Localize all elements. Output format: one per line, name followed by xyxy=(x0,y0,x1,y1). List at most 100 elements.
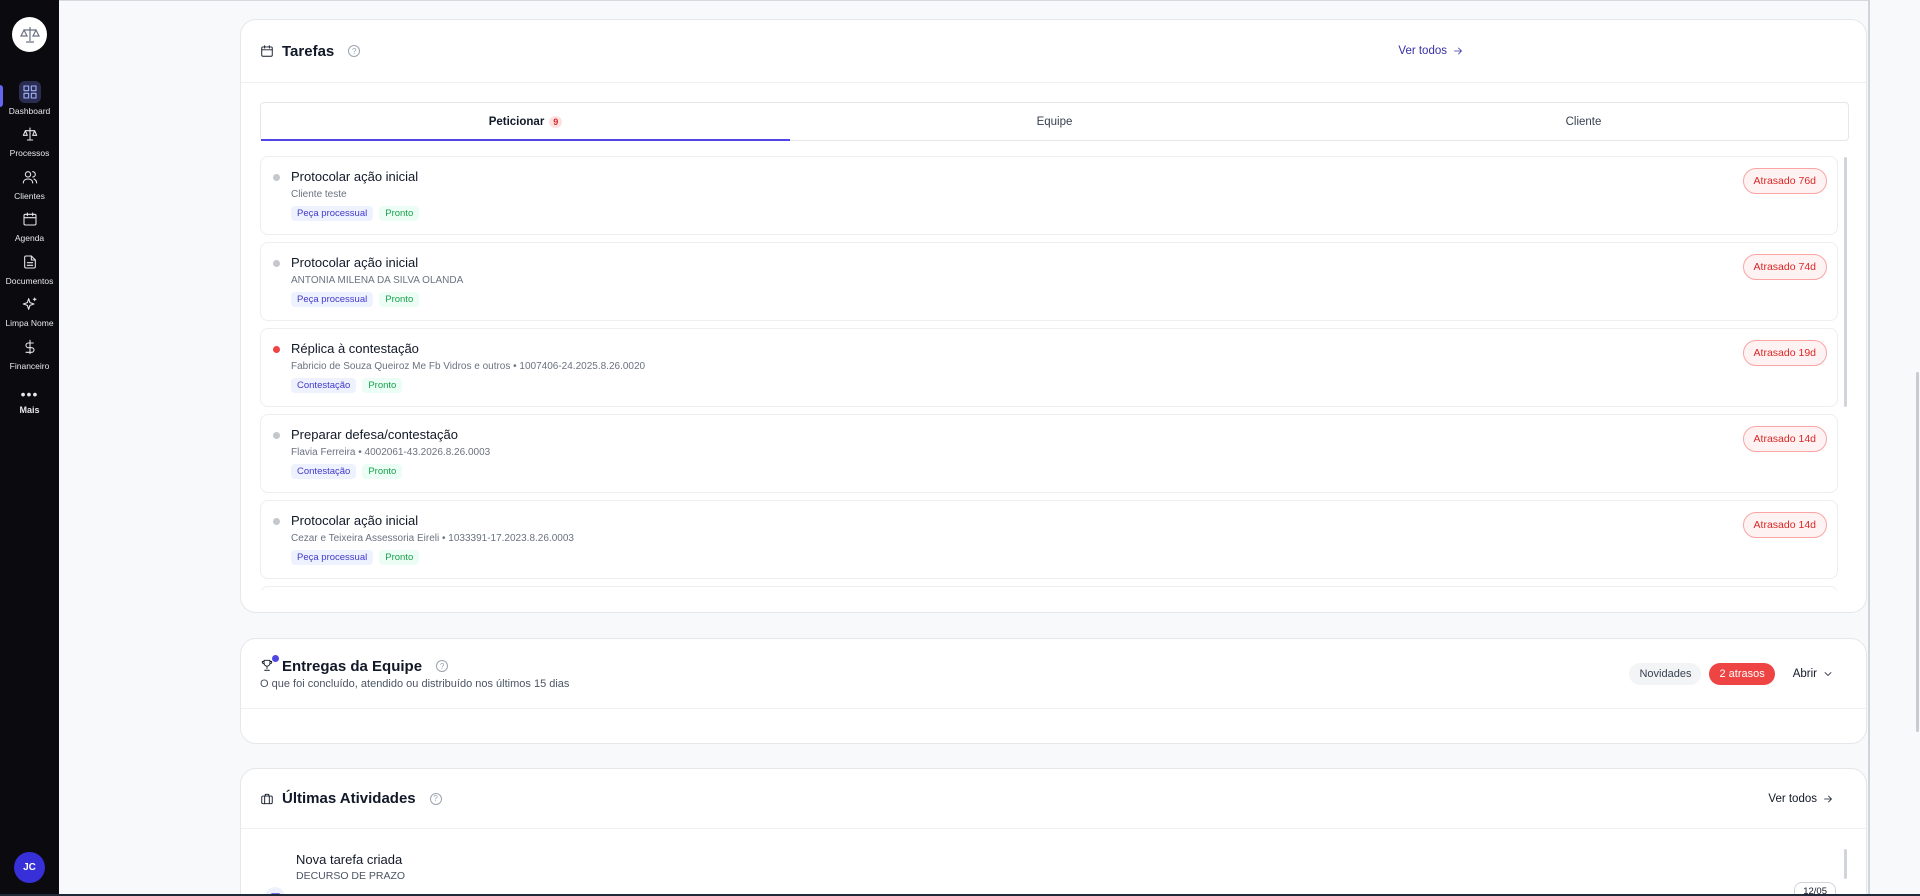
tag-badge: Pronto xyxy=(362,378,403,393)
atividades-card: Últimas Atividades ? Ver todos Nova tare… xyxy=(240,768,1867,896)
task-tags: Contestação Pronto xyxy=(291,464,1837,479)
tab-cliente[interactable]: Cliente xyxy=(1319,103,1848,140)
status-dot xyxy=(273,260,280,267)
trophy-icon xyxy=(260,655,279,674)
task-list: Protocolar ação inicial Cliente teste Pe… xyxy=(260,156,1849,590)
task-title: Preparar defesa/contestação xyxy=(291,427,458,442)
status-badge: Atrasado 14d xyxy=(1742,512,1827,538)
calendar-icon xyxy=(19,208,41,230)
sidebar-item-label: Dashboard xyxy=(8,105,51,116)
sidebar-item-clientes[interactable]: Clientes xyxy=(0,162,59,205)
tag-badge: Peça processual xyxy=(291,206,374,221)
arrow-right-icon xyxy=(1454,47,1462,55)
sidebar-item-label: Financeiro xyxy=(9,360,50,371)
sidebar-item-documentos[interactable]: Documentos xyxy=(0,247,59,290)
status-dot xyxy=(273,432,280,439)
sidebar-item-label: Documentos xyxy=(5,275,54,286)
atividades-view-all-link[interactable]: Ver todos xyxy=(1768,793,1834,805)
tag-badge: Peça processual xyxy=(291,292,374,307)
briefcase-icon xyxy=(261,793,273,804)
task-subtitle: ANTONIA MILENA DA SILVA OLANDA xyxy=(291,275,464,286)
scales-icon xyxy=(19,123,41,145)
avatar[interactable]: JC xyxy=(14,852,45,883)
entregas-title: Entregas da Equipe xyxy=(282,657,423,675)
top-divider xyxy=(59,0,1870,1)
list-item[interactable]: Protocolar ação inicial Cliente teste Pe… xyxy=(260,156,1838,235)
tarefas-card: Tarefas ? Ver todos Peticionar 9 Equipe … xyxy=(240,19,1867,613)
sidebar-item-label: Limpa Nome xyxy=(5,318,54,329)
sidebar-item-label: Clientes xyxy=(14,190,45,201)
status-dot xyxy=(273,346,280,353)
task-title: Protocolar ação inicial xyxy=(291,169,419,184)
view-all-label: Ver todos xyxy=(1398,45,1447,57)
sidebar-item-label: Agenda xyxy=(14,233,45,244)
status-badge: Atrasado 19d xyxy=(1742,340,1827,366)
task-subtitle: Cezar e Teixeira Assessoria Eireli • 103… xyxy=(291,533,574,544)
sidebar-item-processos[interactable]: Processos xyxy=(0,120,59,163)
sidebar-item-agenda[interactable]: Agenda xyxy=(0,205,59,248)
list-item[interactable] xyxy=(260,586,1838,590)
tag-badge: Contestação xyxy=(291,378,357,393)
dollar-icon xyxy=(19,336,41,358)
entregas-card: Entregas da Equipe ? O que foi concluído… xyxy=(240,638,1867,744)
activity-scrollbar[interactable] xyxy=(1844,849,1847,879)
more-dots-icon: ••• xyxy=(20,385,39,402)
tag-badge: Peça processual xyxy=(291,550,374,565)
activity-title: Nova tarefa criada xyxy=(296,852,403,867)
sidebar-item-dashboard[interactable]: Dashboard xyxy=(0,77,59,120)
view-all-label: Ver todos xyxy=(1768,792,1817,805)
activity-subtitle: DECURSO DE PRAZO xyxy=(296,870,406,882)
sidebar-nav: Dashboard Processos Clientes Agenda Docu… xyxy=(0,77,59,423)
list-item[interactable]: Protocolar ação inicial ANTONIA MILENA D… xyxy=(260,242,1838,321)
tarefas-view-all-link[interactable]: Ver todos xyxy=(1398,45,1464,57)
status-badge: Atrasado 76d xyxy=(1742,168,1827,194)
task-title: Protocolar ação inicial xyxy=(291,513,419,528)
tag-badge: Pronto xyxy=(379,206,420,221)
list-item[interactable]: Réplica à contestação Fabricio de Souza … xyxy=(260,328,1838,407)
task-tags: Contestação Pronto xyxy=(291,378,1837,393)
page-scrollbar[interactable] xyxy=(1916,372,1919,732)
list-item[interactable]: Nova tarefa criada DECURSO DE PRAZO xyxy=(260,852,406,896)
tarefas-tabs: Peticionar 9 Equipe Cliente xyxy=(260,102,1849,141)
task-subtitle: Flavia Ferreira • 4002061-43.2026.8.26.0… xyxy=(291,447,491,458)
abrir-button[interactable]: Abrir xyxy=(1793,668,1834,680)
tab-label: Peticionar xyxy=(488,115,545,128)
entregas-header: Entregas da Equipe ? O que foi concluído… xyxy=(241,639,1866,709)
task-title: Réplica à contestação xyxy=(291,341,419,356)
tab-label: Equipe xyxy=(1036,115,1073,128)
status-dot xyxy=(273,518,280,525)
sidebar-item-label: Mais xyxy=(19,404,40,415)
tarefas-title: Tarefas xyxy=(282,42,335,60)
users-icon xyxy=(19,166,41,188)
status-badge: Atrasado 14d xyxy=(1742,426,1827,452)
chevron-down-icon xyxy=(1824,671,1832,676)
help-icon[interactable]: ? xyxy=(348,45,361,57)
list-item[interactable]: Preparar defesa/contestação Flavia Ferre… xyxy=(260,414,1838,493)
sparkles-icon xyxy=(19,293,41,315)
grid-icon xyxy=(18,80,41,103)
list-item[interactable]: Protocolar ação inicial Cezar e Teixeira… xyxy=(260,500,1838,579)
entregas-subtitle: O que foi concluído, atendido ou distrib… xyxy=(260,677,570,690)
tab-equipe[interactable]: Equipe xyxy=(790,103,1319,140)
tab-count-badge: 9 xyxy=(549,115,563,128)
task-list-scrollbar[interactable] xyxy=(1844,157,1847,407)
status-dot xyxy=(273,174,280,181)
tag-badge: Pronto xyxy=(379,292,420,307)
help-icon[interactable]: ? xyxy=(436,660,449,672)
tab-label: Cliente xyxy=(1565,115,1602,128)
tab-peticionar[interactable]: Peticionar 9 xyxy=(261,103,790,141)
task-title: Protocolar ação inicial xyxy=(291,255,419,270)
atividades-title: Últimas Atividades xyxy=(282,790,416,807)
sidebar-item-financeiro[interactable]: Financeiro xyxy=(0,332,59,375)
scales-logo-icon[interactable] xyxy=(12,17,47,52)
arrow-right-icon xyxy=(1824,795,1832,802)
atividades-header: Últimas Atividades ? Ver todos xyxy=(241,769,1866,829)
sidebar-item-limpa-nome[interactable]: Limpa Nome xyxy=(0,290,59,333)
atrasos-badge[interactable]: 2 atrasos xyxy=(1709,662,1775,685)
task-tags: Peça processual Pronto xyxy=(291,292,1837,307)
help-icon[interactable]: ? xyxy=(429,792,442,805)
novidades-badge[interactable]: Novidades xyxy=(1629,662,1702,685)
tarefas-header: Tarefas ? Ver todos xyxy=(241,20,1866,83)
sidebar-item-mais[interactable]: ••• Mais xyxy=(0,381,59,424)
calendar-icon xyxy=(261,45,273,57)
